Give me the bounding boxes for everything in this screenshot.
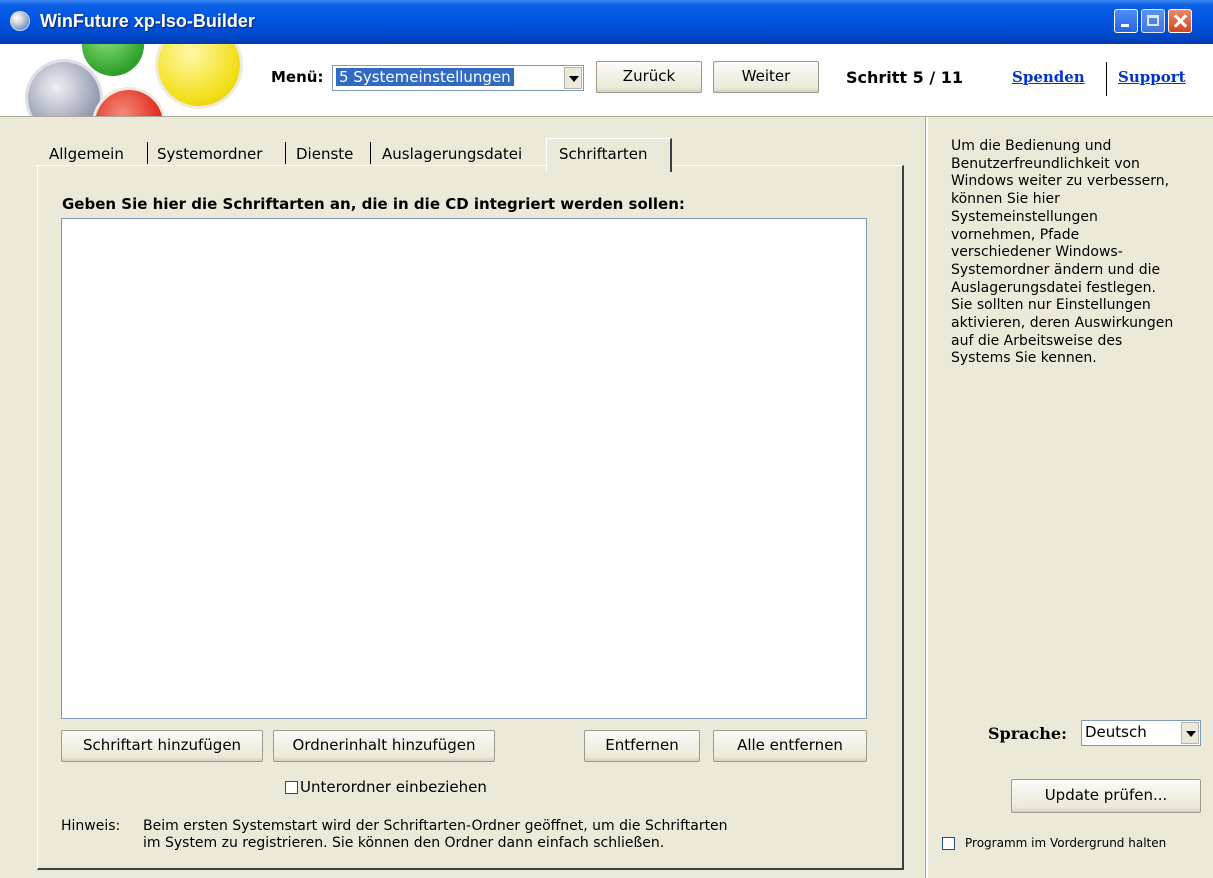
- tab-auslagerungsdatei[interactable]: Auslagerungsdatei: [382, 145, 522, 163]
- support-link[interactable]: Support: [1118, 68, 1186, 86]
- winfuture-logo: [0, 44, 250, 116]
- tab-divider: [147, 142, 148, 164]
- toolbar: Menü: 5 Systemeinstellungen Zurück Weite…: [0, 44, 1213, 117]
- menu-dropdown-value: 5 Systemeinstellungen: [335, 67, 515, 87]
- menu-dropdown[interactable]: 5 Systemeinstellungen: [332, 65, 584, 91]
- tab-systemordner[interactable]: Systemordner: [157, 145, 262, 163]
- hint-text-line2: im System zu registrieren. Sie können de…: [143, 835, 665, 851]
- tab-divider: [370, 142, 371, 164]
- remove-all-button[interactable]: Alle entfernen: [713, 730, 867, 762]
- font-list[interactable]: [61, 218, 867, 719]
- step-indicator: Schritt 5 / 11: [846, 68, 964, 87]
- dropdown-arrow-icon[interactable]: [1181, 722, 1199, 744]
- hint-text-line1: Beim ersten Systemstart wird der Schrift…: [143, 818, 728, 834]
- logo-green-ball: [82, 44, 144, 76]
- stay-on-top-label[interactable]: Programm im Vordergrund halten: [965, 836, 1166, 850]
- add-folder-contents-button[interactable]: Ordnerinhalt hinzufügen: [273, 730, 495, 762]
- menu-label: Menü:: [271, 68, 324, 86]
- logo-red-ball: [95, 90, 163, 116]
- tab-schriftarten[interactable]: Schriftarten: [546, 138, 672, 172]
- stay-on-top-checkbox[interactable]: [942, 837, 955, 850]
- tab-schriftarten-label: Schriftarten: [559, 145, 648, 163]
- hint-label: Hinweis:: [61, 818, 121, 834]
- close-button[interactable]: [1168, 9, 1192, 33]
- logo-yellow-ball: [158, 44, 240, 106]
- include-subfolders-label[interactable]: Unterordner einbeziehen: [300, 778, 487, 796]
- tab-divider: [285, 142, 286, 164]
- language-dropdown[interactable]: Deutsch: [1081, 720, 1201, 746]
- add-font-button[interactable]: Schriftart hinzufügen: [61, 730, 263, 762]
- logo-gray-ball: [28, 62, 100, 116]
- tab-allgemein[interactable]: Allgemein: [49, 145, 124, 163]
- app-cd-icon: [10, 11, 30, 31]
- back-button[interactable]: Zurück: [596, 61, 702, 93]
- sidebar-divider: [925, 117, 928, 878]
- app-window: WinFuture xp-Iso-Builder Menü: 5 Systeme…: [0, 0, 1213, 878]
- include-subfolders-checkbox[interactable]: [285, 781, 298, 794]
- title-bar[interactable]: WinFuture xp-Iso-Builder: [0, 0, 1213, 44]
- tab-dienste[interactable]: Dienste: [296, 145, 353, 163]
- dropdown-arrow-icon[interactable]: [564, 67, 582, 89]
- minimize-button[interactable]: [1114, 9, 1138, 33]
- language-dropdown-value: Deutsch: [1085, 723, 1147, 741]
- donate-link[interactable]: Spenden: [1012, 68, 1085, 86]
- language-label: Sprache:: [988, 724, 1067, 743]
- window-title: WinFuture xp-Iso-Builder: [40, 11, 255, 31]
- maximize-button[interactable]: [1141, 9, 1165, 33]
- help-text: Um die Bedienung und Benutzerfreundlichk…: [951, 138, 1174, 367]
- link-divider: [1106, 62, 1107, 96]
- next-button[interactable]: Weiter: [713, 61, 819, 93]
- remove-button[interactable]: Entfernen: [584, 730, 700, 762]
- check-update-button[interactable]: Update prüfen...: [1011, 779, 1201, 813]
- instruction-text: Geben Sie hier die Schriftarten an, die …: [62, 195, 685, 213]
